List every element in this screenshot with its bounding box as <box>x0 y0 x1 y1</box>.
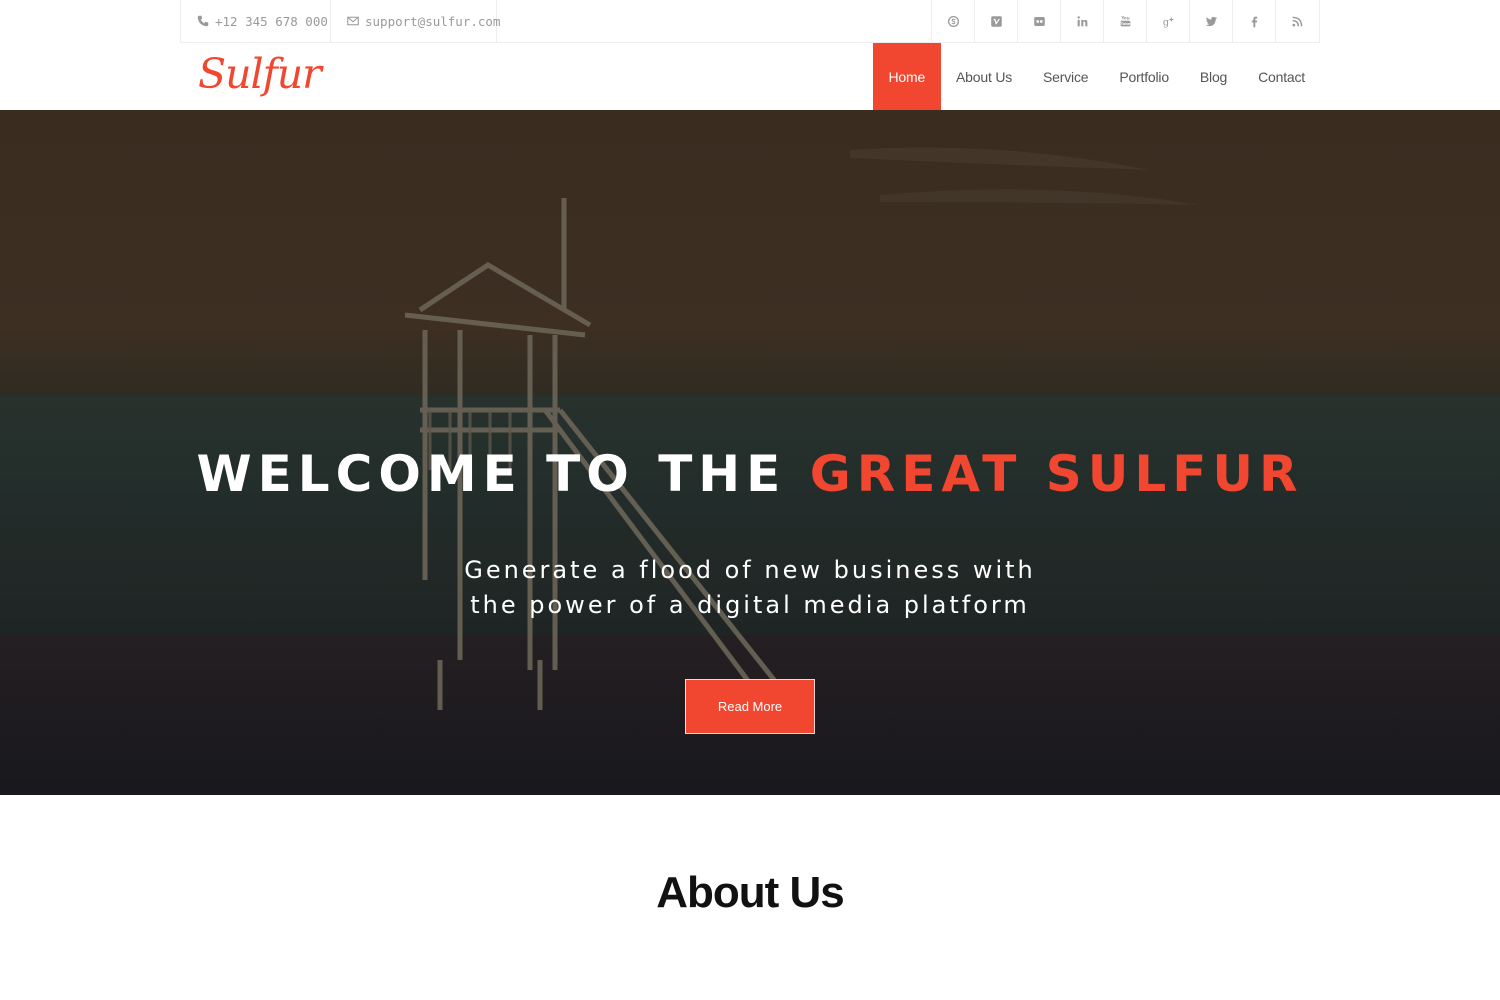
svg-text:Tube: Tube <box>1120 22 1130 26</box>
nav-item-service[interactable]: Service <box>1028 43 1104 110</box>
flickr-link[interactable] <box>1018 0 1061 42</box>
linkedin-link[interactable] <box>1061 0 1104 42</box>
skype-icon <box>947 15 959 27</box>
twitter-link[interactable] <box>1190 0 1233 42</box>
email-address: support@sulfur.com <box>365 13 501 29</box>
social-links: You Tube g <box>931 0 1319 42</box>
facebook-icon <box>1251 16 1257 27</box>
nav-item-contact[interactable]: Contact <box>1243 43 1321 110</box>
phone-icon <box>196 14 210 28</box>
main-navigation: Home About Us Service Portfolio Blog Con… <box>873 43 1321 110</box>
skype-link[interactable] <box>932 0 975 42</box>
nav-item-home[interactable]: Home <box>873 43 941 110</box>
email-contact[interactable]: support@sulfur.com <box>331 0 501 42</box>
about-section-title: About Us <box>656 868 845 917</box>
rss-icon <box>1292 16 1303 27</box>
vimeo-icon <box>990 15 1002 27</box>
read-more-button[interactable]: Read More <box>685 679 815 734</box>
svg-text:You: You <box>1120 15 1129 20</box>
flickr-icon <box>1033 16 1045 26</box>
hero-title: WELCOME TO THE GREAT SULFUR <box>0 445 1500 503</box>
linkedin-icon <box>1076 15 1087 26</box>
site-logo[interactable]: Sulfur <box>198 50 322 98</box>
hero-banner: WELCOME TO THE GREAT SULFUR Generate a f… <box>0 110 1500 795</box>
twitter-icon <box>1205 16 1217 26</box>
hero-title-prefix: WELCOME TO THE <box>196 445 787 503</box>
hero-subtitle: Generate a flood of new business with th… <box>464 556 1036 619</box>
phone-number: +12 345 678 000 <box>215 13 328 29</box>
nav-item-about-us[interactable]: About Us <box>941 43 1028 110</box>
rss-link[interactable] <box>1276 0 1319 42</box>
youtube-icon: You Tube <box>1120 15 1130 26</box>
envelope-icon <box>346 14 360 28</box>
google-plus-link[interactable]: g <box>1147 0 1190 42</box>
vimeo-link[interactable] <box>975 0 1018 42</box>
svg-text:g: g <box>1162 17 1168 27</box>
google-plus-icon: g <box>1162 16 1173 28</box>
phone-contact[interactable]: +12 345 678 000 <box>181 0 331 42</box>
nav-item-blog[interactable]: Blog <box>1184 43 1242 110</box>
facebook-link[interactable] <box>1233 0 1276 42</box>
hero-title-accent: GREAT SULFUR <box>809 445 1304 503</box>
nav-item-portfolio[interactable]: Portfolio <box>1104 43 1185 110</box>
top-bar: +12 345 678 000 support@sulfur.com You Tu… <box>180 0 1320 43</box>
youtube-link[interactable]: You Tube <box>1104 0 1147 42</box>
